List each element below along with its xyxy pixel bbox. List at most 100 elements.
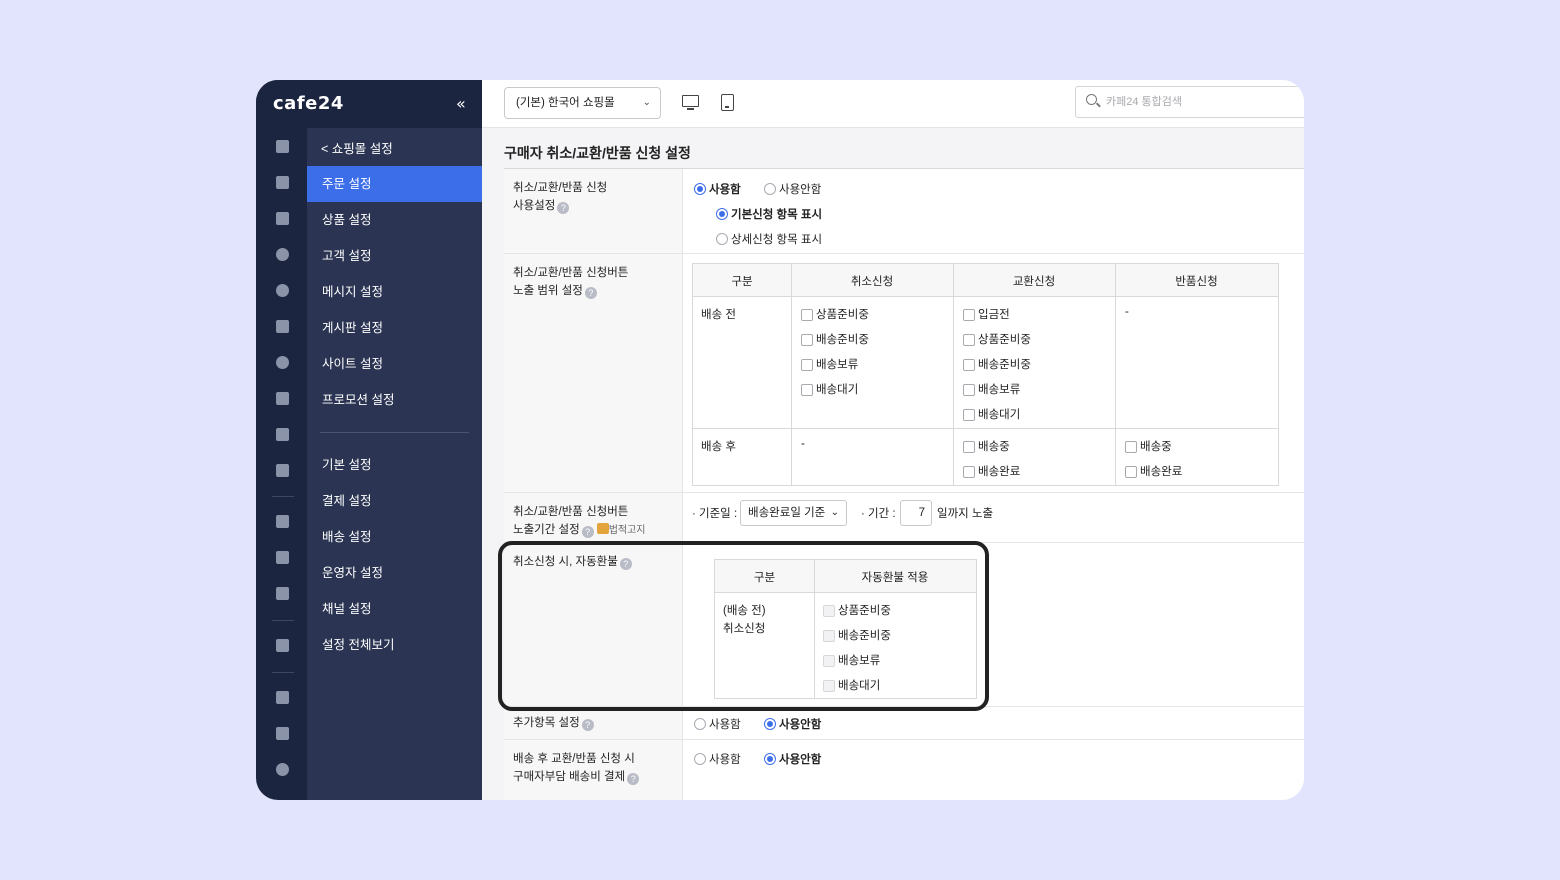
checkbox-label: 배송보류 bbox=[978, 384, 1021, 396]
sidebar-item-promotion-settings[interactable]: 프로모션 설정 bbox=[307, 382, 482, 418]
label-line: 노출 범위 설정 bbox=[513, 285, 583, 297]
sidebar-item-product-settings[interactable]: 상품 설정 bbox=[307, 202, 482, 238]
checkbox[interactable] bbox=[963, 359, 975, 371]
shop-select[interactable]: (기본) 한국어 쇼핑몰 ⌄ bbox=[504, 87, 661, 119]
sidebar-item-payment-settings[interactable]: 결제 설정 bbox=[307, 483, 482, 519]
shop-select-value: (기본) 한국어 쇼핑몰 bbox=[516, 97, 615, 109]
extra-not-use-radio[interactable] bbox=[764, 718, 776, 730]
mobile-view-icon[interactable] bbox=[721, 94, 734, 111]
store-icon[interactable] bbox=[276, 587, 289, 600]
help-icon[interactable]: ? bbox=[584, 287, 597, 299]
law-icon[interactable] bbox=[596, 523, 609, 534]
checkbox-label: 배송중 bbox=[978, 441, 1010, 453]
page-title: 구매자 취소/교환/반품 신청 설정 bbox=[504, 145, 691, 161]
row-shipping-fee: 배송 후 교환/반품 신청 시 구매자부담 배송비 결제? 사용함 사용안함 bbox=[504, 740, 1304, 800]
sidebar-item-board-settings[interactable]: 게시판 설정 bbox=[307, 310, 482, 346]
top-bar: (기본) 한국어 쇼핑몰 ⌄ bbox=[482, 80, 1304, 128]
header-exchange: 교환신청 bbox=[1012, 276, 1056, 288]
search-box[interactable] bbox=[1075, 86, 1304, 118]
sidebar-item-basic-settings[interactable]: 기본 설정 bbox=[307, 447, 482, 483]
checkbox[interactable] bbox=[963, 309, 975, 321]
checkbox[interactable] bbox=[801, 309, 813, 321]
mobile-icon[interactable] bbox=[276, 464, 289, 477]
checkbox[interactable] bbox=[963, 466, 975, 478]
row-label: 추가항목 설정? bbox=[504, 707, 683, 739]
apps-icon[interactable] bbox=[276, 691, 289, 704]
checkbox-label: 배송중 bbox=[1140, 441, 1172, 453]
help-icon[interactable]: ? bbox=[627, 773, 640, 785]
sidebar-item-customer-settings[interactable]: 고객 설정 bbox=[307, 238, 482, 274]
base-date-select[interactable]: 배송완료일 기준 ⌄ bbox=[740, 500, 847, 526]
label-line: 취소/교환/반품 신청버튼 bbox=[513, 506, 629, 518]
fee-not-use-radio[interactable] bbox=[764, 753, 776, 765]
header-category: 구분 bbox=[731, 276, 753, 288]
sidebar-item-operator-settings[interactable]: 운영자 설정 bbox=[307, 555, 482, 591]
sidebar-back-shop-settings[interactable]: < 쇼핑몰 설정 bbox=[321, 138, 393, 157]
shirt-icon[interactable] bbox=[276, 212, 289, 225]
label-line: 노출기간 설정 bbox=[513, 524, 580, 536]
fee-not-use-label: 사용안함 bbox=[779, 754, 822, 766]
rail-divider bbox=[272, 620, 294, 621]
not-use-radio[interactable] bbox=[764, 183, 776, 195]
row-label: 배송 후 교환/반품 신청 시 구매자부담 배송비 결제? bbox=[504, 740, 683, 800]
help-icon[interactable]: ? bbox=[557, 202, 570, 214]
base-date-value: 배송완료일 기준 bbox=[748, 507, 826, 519]
checkbox-label: 배송보류 bbox=[816, 359, 859, 371]
label-line: 구매자부담 배송비 결제 bbox=[513, 771, 626, 783]
megaphone-icon[interactable] bbox=[276, 551, 289, 564]
sidebar-item-all-settings[interactable]: 설정 전체보기 bbox=[307, 627, 482, 663]
checkbox-label: 상품준비중 bbox=[978, 334, 1031, 346]
use-radio[interactable] bbox=[694, 183, 706, 195]
checkbox-label: 입금전 bbox=[978, 309, 1010, 321]
briefcase-icon[interactable] bbox=[276, 515, 289, 528]
link-icon[interactable] bbox=[276, 763, 289, 776]
sidebar-item-site-settings[interactable]: 사이트 설정 bbox=[307, 346, 482, 382]
pc-view-icon[interactable] bbox=[682, 95, 699, 110]
checkbox[interactable] bbox=[963, 441, 975, 453]
coupon-icon[interactable] bbox=[276, 392, 289, 405]
truck-icon[interactable] bbox=[276, 639, 289, 652]
checkbox[interactable] bbox=[1125, 466, 1137, 478]
label-line: 사용설정 bbox=[513, 200, 556, 212]
checkbox[interactable] bbox=[963, 409, 975, 421]
sidebar-item-message-settings[interactable]: 메시지 설정 bbox=[307, 274, 482, 310]
palette-icon[interactable] bbox=[276, 356, 289, 369]
sidebar-item-shipping-settings[interactable]: 배송 설정 bbox=[307, 519, 482, 555]
chevron-down-icon: ⌄ bbox=[642, 97, 651, 108]
folder-icon[interactable] bbox=[276, 727, 289, 740]
help-icon[interactable]: ? bbox=[581, 526, 594, 538]
row-button-period: 취소/교환/반품 신청버튼 노출기간 설정? 법적고지 · 기준일 : 배송완료일… bbox=[504, 493, 1304, 543]
person-icon[interactable] bbox=[276, 248, 289, 261]
chat-icon[interactable] bbox=[276, 284, 289, 297]
checkbox[interactable] bbox=[801, 359, 813, 371]
cart-icon[interactable] bbox=[276, 176, 289, 189]
sidebar-item-channel-settings[interactable]: 채널 설정 bbox=[307, 591, 482, 627]
board-icon[interactable] bbox=[276, 320, 289, 333]
search-input[interactable] bbox=[1106, 93, 1296, 111]
checkbox[interactable] bbox=[801, 384, 813, 396]
chart-icon[interactable] bbox=[276, 428, 289, 441]
extra-use-label: 사용함 bbox=[709, 719, 741, 731]
law-notice-link[interactable]: 법적고지 bbox=[609, 525, 646, 536]
extra-use-radio[interactable] bbox=[694, 718, 706, 730]
help-icon[interactable]: ? bbox=[581, 719, 594, 731]
sidebar-divider bbox=[320, 432, 469, 433]
period-input[interactable]: 7 bbox=[900, 500, 932, 526]
sidebar-item-order-settings[interactable]: 주문 설정 bbox=[307, 166, 482, 202]
collapse-sidebar-icon[interactable]: « bbox=[456, 94, 466, 113]
home-icon[interactable] bbox=[276, 140, 289, 153]
checkbox[interactable] bbox=[963, 334, 975, 346]
detail-display-radio[interactable] bbox=[716, 233, 728, 245]
label-line: 취소/교환/반품 신청버튼 bbox=[513, 267, 629, 279]
cafe24-logo[interactable]: cafe24 bbox=[273, 93, 344, 114]
fee-use-radio[interactable] bbox=[694, 753, 706, 765]
cancel-after-value: - bbox=[801, 438, 805, 450]
detail-display-label: 상세신청 항목 표시 bbox=[731, 234, 823, 246]
row-label: 취소/교환/반품 신청 사용설정? bbox=[504, 169, 683, 253]
before-shipping-label: 배송 전 bbox=[701, 309, 736, 321]
checkbox[interactable] bbox=[963, 384, 975, 396]
label-line: 추가항목 설정 bbox=[513, 717, 580, 729]
checkbox[interactable] bbox=[801, 334, 813, 346]
basic-display-radio[interactable] bbox=[716, 208, 728, 220]
checkbox[interactable] bbox=[1125, 441, 1137, 453]
